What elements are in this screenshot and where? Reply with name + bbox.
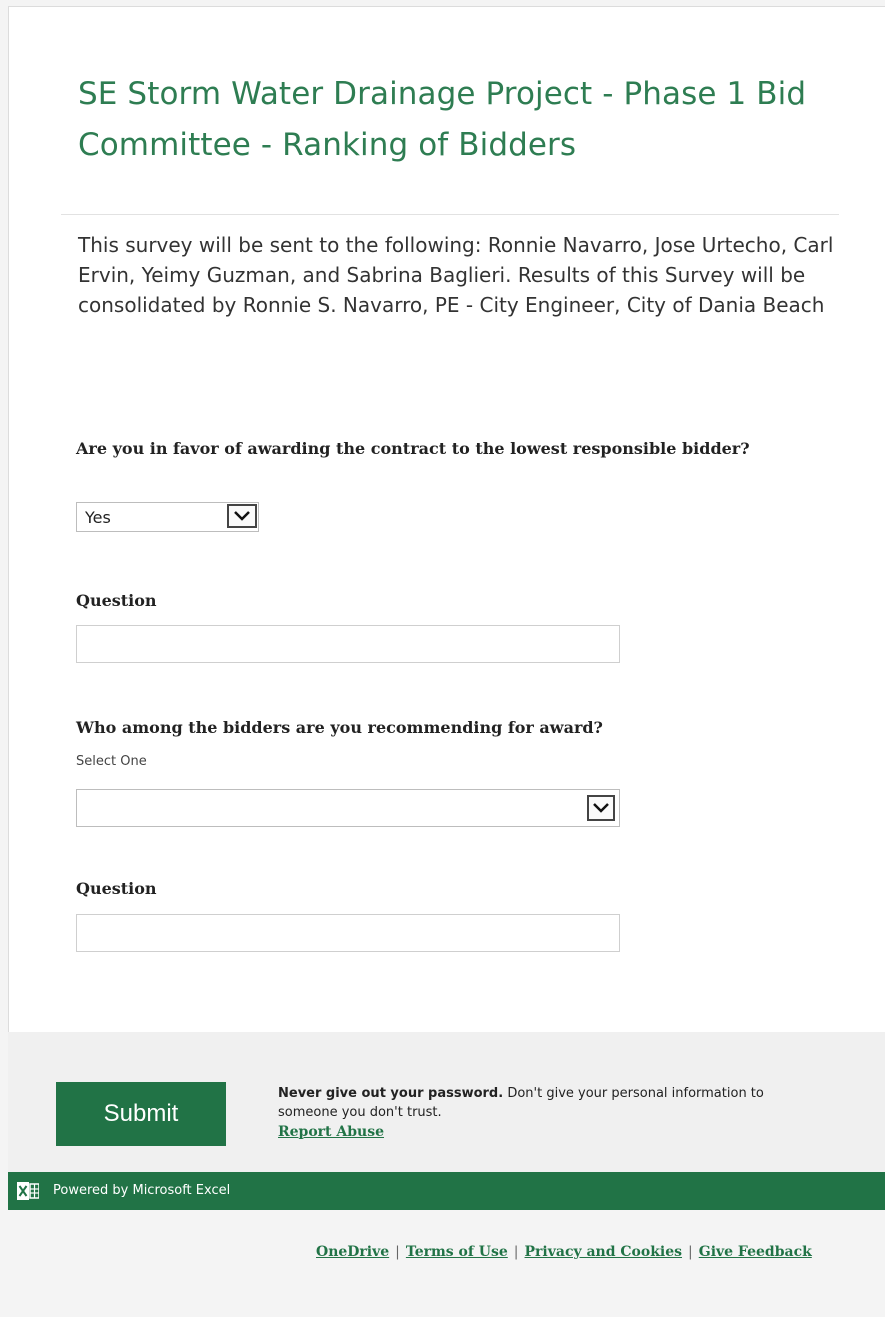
question-4-label: Question: [76, 879, 157, 898]
chevron-down-icon[interactable]: [587, 795, 615, 821]
link-separator: |: [395, 1244, 400, 1260]
link-separator: |: [688, 1244, 693, 1260]
notice-bold-text: Never give out your password.: [278, 1086, 504, 1101]
submit-area: Submit Never give out your password. Don…: [8, 1032, 885, 1172]
survey-description: This survey will be sent to the followin…: [78, 233, 834, 317]
question-4-input[interactable]: [76, 914, 620, 952]
survey-card: SE Storm Water Drainage Project - Phase …: [8, 6, 885, 1032]
powered-by-bar: Powered by Microsoft Excel: [8, 1172, 885, 1210]
give-feedback-link[interactable]: Give Feedback: [699, 1244, 812, 1260]
question-1-selected-value: Yes: [85, 508, 111, 527]
question-3-hint: Select One: [76, 754, 147, 769]
survey-title: SE Storm Water Drainage Project - Phase …: [78, 76, 807, 163]
password-notice: Never give out your password. Don't give…: [278, 1084, 798, 1142]
submit-button[interactable]: Submit: [56, 1082, 226, 1146]
question-3-select[interactable]: [76, 789, 620, 827]
question-3-label: Who among the bidders are you recommendi…: [76, 718, 603, 737]
title-divider: [61, 214, 839, 215]
excel-icon: [17, 1182, 39, 1200]
terms-of-use-link[interactable]: Terms of Use: [406, 1244, 508, 1260]
footer-links: OneDrive | Terms of Use | Privacy and Cookie…: [316, 1244, 812, 1260]
onedrive-link[interactable]: OneDrive: [316, 1244, 389, 1260]
privacy-link[interactable]: Privacy and Cookies: [525, 1244, 683, 1260]
question-2-label: Question: [76, 591, 157, 610]
question-1-label: Are you in favor of awarding the contrac…: [76, 439, 750, 458]
chevron-down-icon[interactable]: [227, 504, 257, 528]
report-abuse-link[interactable]: Report Abuse: [278, 1123, 798, 1142]
survey-page: SE Storm Water Drainage Project - Phase …: [0, 0, 885, 1317]
link-separator: |: [513, 1244, 519, 1260]
question-1-select[interactable]: Yes: [76, 502, 259, 532]
powered-by-text: Powered by Microsoft Excel: [53, 1183, 231, 1198]
question-2-input[interactable]: [76, 625, 620, 663]
